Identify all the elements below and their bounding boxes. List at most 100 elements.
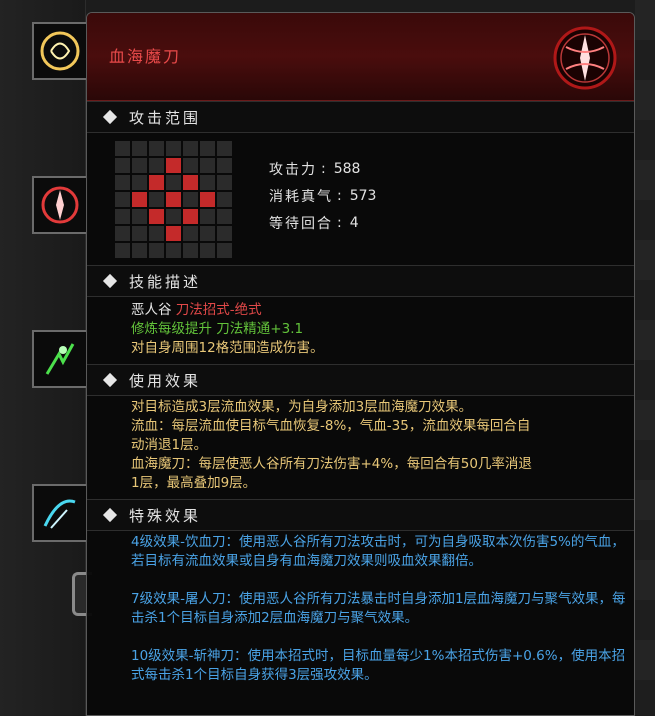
cyan-figure-icon <box>43 499 76 529</box>
skill-type-tag: 刀法招式-绝式 <box>175 302 262 318</box>
section-skill-desc: 技能描述 <box>87 265 634 297</box>
range-cell <box>217 141 232 156</box>
range-cell <box>200 141 215 156</box>
range-cell <box>115 243 130 258</box>
range-cell-active <box>166 226 181 241</box>
range-cell <box>166 243 181 258</box>
range-cell <box>200 158 215 173</box>
skill-slot-1[interactable] <box>32 22 88 80</box>
special-effect-text: 4级效果-饮血刀：使用恶人谷所有刀法攻击时，可为自身吸取本次伤害5%的气血，若目… <box>87 531 634 685</box>
range-cell <box>183 243 198 258</box>
range-cell <box>115 209 130 224</box>
range-cell <box>132 243 147 258</box>
range-cell-active <box>132 192 147 207</box>
range-cell <box>149 243 164 258</box>
range-cell <box>183 158 198 173</box>
range-cell <box>217 243 232 258</box>
green-figure-icon <box>45 343 75 375</box>
diamond-icon <box>102 507 118 523</box>
range-cell <box>217 192 232 207</box>
range-cell <box>166 209 181 224</box>
range-cell <box>166 141 181 156</box>
effect-line: 对目标造成3层流血效果，为自身添加3层血海魔刀效果。 <box>131 399 473 415</box>
range-cell <box>217 158 232 173</box>
range-cell <box>132 209 147 224</box>
range-desc: 对自身周围12格范围造成伤害。 <box>131 340 324 356</box>
range-cell <box>200 209 215 224</box>
range-cell <box>183 141 198 156</box>
range-cell-active <box>183 175 198 190</box>
range-cell <box>132 175 147 190</box>
special-effect-lv10: 10级效果-斩神刀：使用本招式时，目标血量每少1%本招式伤害+0.6%，使用本招… <box>131 648 626 683</box>
tooltip-header: 血海魔刀 <box>87 13 634 101</box>
range-cell <box>217 209 232 224</box>
special-effect-lv7: 7级效果-屠人刀：使用恶人谷所有刀法暴击时自身添加1层血海魔刀与聚气效果，每击杀… <box>131 591 626 626</box>
section-title-desc: 技能描述 <box>129 272 202 291</box>
range-cell <box>166 175 181 190</box>
stat-label: 消耗真气 <box>269 188 333 205</box>
range-cell <box>132 226 147 241</box>
range-cell-active <box>166 158 181 173</box>
section-special-effect: 特殊效果 <box>87 499 634 531</box>
range-cell <box>183 226 198 241</box>
skill-slot-2[interactable] <box>32 176 88 234</box>
stat-label: 等待回合 <box>269 215 333 232</box>
range-cell <box>149 192 164 207</box>
range-cell <box>200 243 215 258</box>
skill-slot-3[interactable] <box>32 330 88 388</box>
skill-description: 恶人谷 刀法招式-绝式 修炼每级提升 刀法精通+3.1 对自身周围12格范围造成… <box>87 297 634 364</box>
range-cell <box>115 192 130 207</box>
skill-slot-4[interactable] <box>32 484 88 542</box>
use-effect-text: 对目标造成3层流血效果，为自身添加3层血海魔刀效果。 流血：每层流血使目标气血恢… <box>87 396 634 499</box>
range-cell <box>115 226 130 241</box>
red-blade-icon <box>41 186 79 224</box>
diamond-icon <box>102 273 118 289</box>
effect-line: 动消退1层。 <box>131 437 208 453</box>
background-list <box>635 0 655 716</box>
range-cell <box>149 158 164 173</box>
range-cell <box>217 226 232 241</box>
range-cell-active <box>166 192 181 207</box>
range-cell <box>115 175 130 190</box>
range-cell-active <box>200 192 215 207</box>
range-cell <box>183 192 198 207</box>
range-cell <box>115 141 130 156</box>
range-cell <box>200 175 215 190</box>
special-effect-lv4: 4级效果-饮血刀：使用恶人谷所有刀法攻击时，可为自身吸取本次伤害5%的气血，若目… <box>131 534 625 569</box>
skill-stats: 攻击力 : 588 消耗真气 : 573 等待回合 : 4 <box>269 155 376 236</box>
stat-value: 4 <box>349 214 359 231</box>
attack-range-grid <box>115 141 232 258</box>
stat-attack: 攻击力 : 588 <box>269 160 361 178</box>
diamond-icon <box>102 109 118 125</box>
range-cell <box>200 226 215 241</box>
range-cell-active <box>149 175 164 190</box>
effect-line: 流血：每层流血使目标气血恢复-8%，气血-35，流血效果每回合自 <box>131 418 531 434</box>
range-cell <box>115 158 130 173</box>
stat-value: 573 <box>349 187 377 204</box>
effect-line: 1层，最高叠加9层。 <box>131 475 257 491</box>
section-attack-range: 攻击范围 <box>87 101 634 133</box>
range-area: 攻击力 : 588 消耗真气 : 573 等待回合 : 4 <box>87 133 634 265</box>
stat-label: 攻击力 <box>269 161 317 178</box>
blood-demon-blade-icon <box>550 23 620 93</box>
section-title-range: 攻击范围 <box>129 108 202 127</box>
stat-wait-turns: 等待回合 : 4 <box>269 214 359 232</box>
level-bonus: 修炼每级提升 刀法精通+3.1 <box>131 321 304 337</box>
range-cell <box>132 141 147 156</box>
section-use-effect: 使用效果 <box>87 364 634 396</box>
skill-tooltip: 血海魔刀 攻击范围 攻击力 : 588 消耗真气 : 573 等待回合: 4 … <box>86 12 635 716</box>
stat-value: 588 <box>333 160 361 177</box>
section-title-special: 特殊效果 <box>129 506 202 525</box>
range-cell <box>149 141 164 156</box>
range-cell <box>132 158 147 173</box>
effect-line: 血海魔刀：每层使恶人谷所有刀法伤害+4%，每回合有50几率消退 <box>131 456 532 472</box>
range-cell <box>217 175 232 190</box>
stat-energy-cost: 消耗真气 : 573 <box>269 187 377 205</box>
diamond-icon <box>102 372 118 388</box>
section-title-use: 使用效果 <box>129 371 202 390</box>
golden-swirl-icon <box>40 31 80 71</box>
range-cell-active <box>183 209 198 224</box>
skill-title: 血海魔刀 <box>109 47 182 66</box>
sect-name: 恶人谷 <box>131 302 172 318</box>
range-cell <box>149 226 164 241</box>
